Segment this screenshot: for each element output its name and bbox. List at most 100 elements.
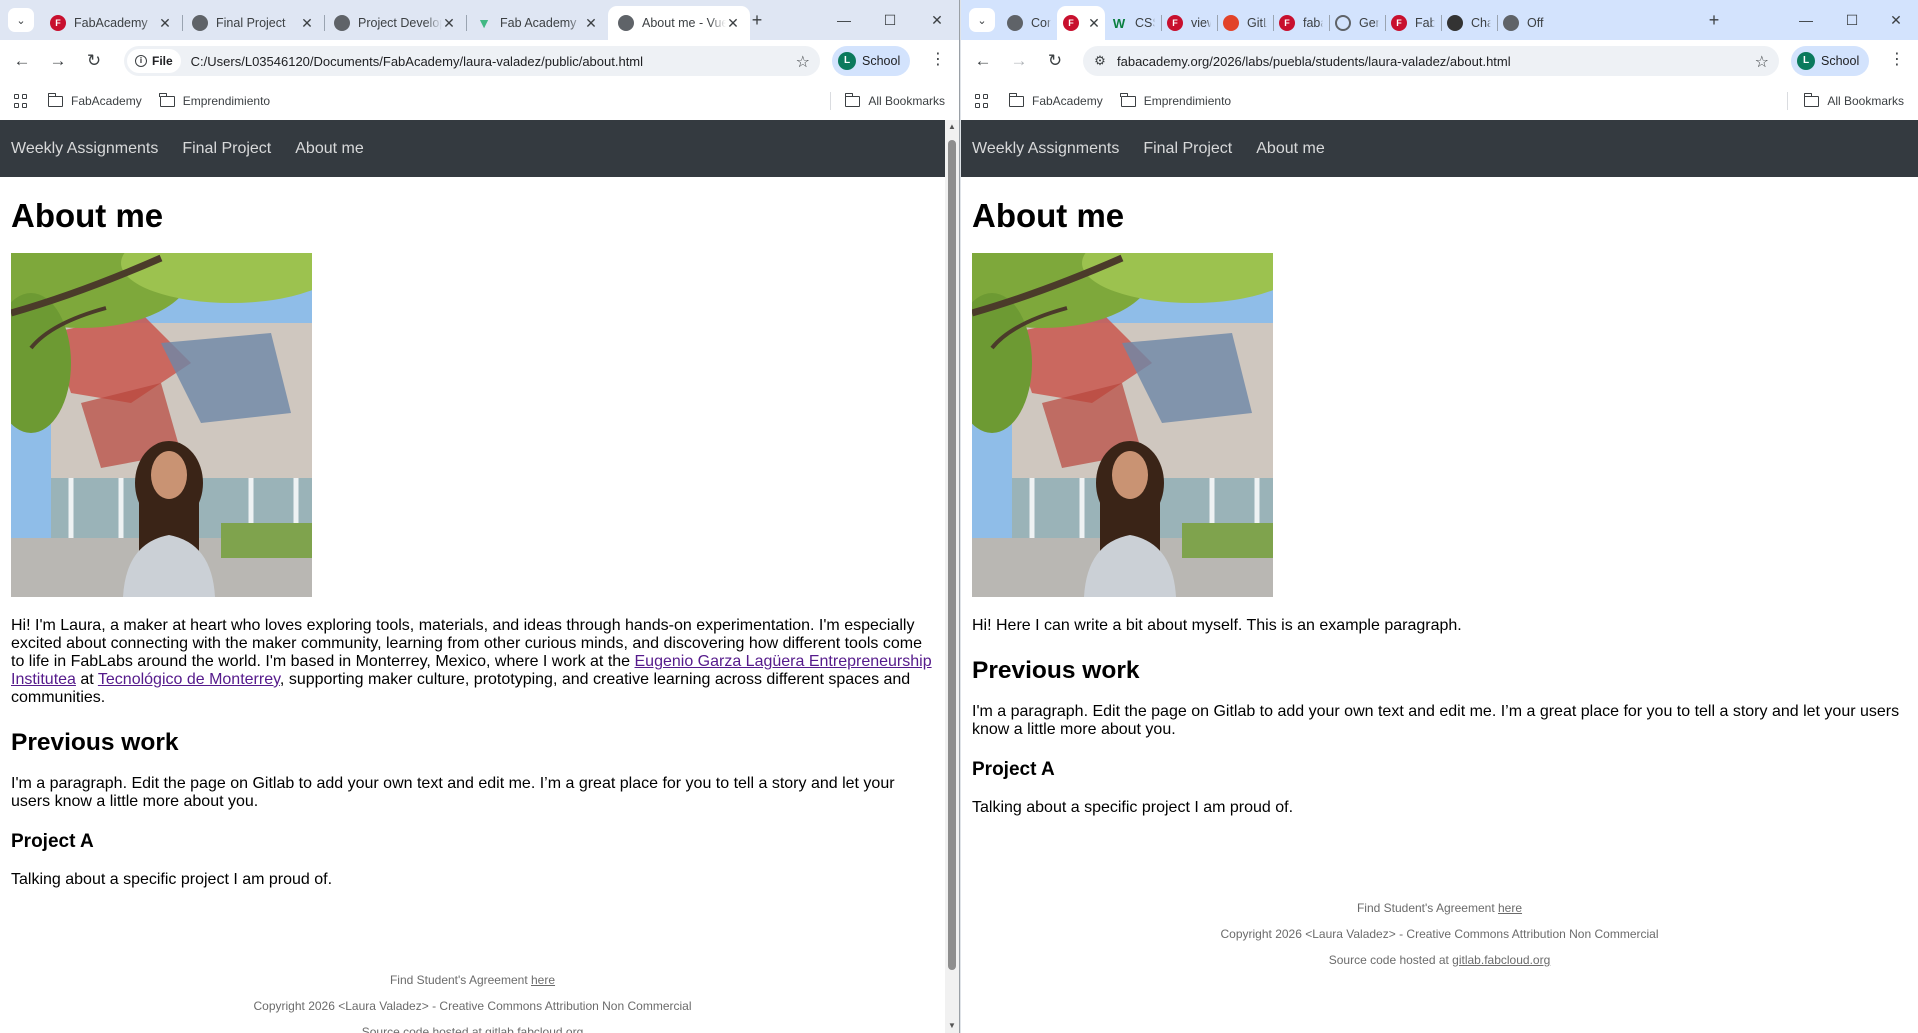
browser-tab[interactable]: Commits: [1001, 6, 1057, 40]
close-tab-icon[interactable]: ✕: [442, 16, 456, 30]
chevron-down-icon: ⌄: [16, 14, 26, 27]
browser-tab[interactable]: About me - Vue ✕: [608, 6, 750, 40]
fabacademy-icon: F: [1167, 15, 1183, 31]
all-bookmarks-button[interactable]: All Bookmarks: [1803, 82, 1904, 120]
bookmark-star-icon[interactable]: ☆: [796, 52, 810, 72]
browser-tab[interactable]: Project Development✕: [324, 6, 466, 40]
agreement-link[interactable]: here: [1498, 901, 1522, 915]
w3schools-icon: W: [1112, 15, 1126, 31]
browser-tab[interactable]: F ✕: [1057, 6, 1105, 40]
nav-about-me[interactable]: About me: [1256, 140, 1324, 158]
browser-tab[interactable]: Chat: [1441, 6, 1497, 40]
back-button[interactable]: ←: [971, 49, 995, 73]
tab-search-button[interactable]: ⌄: [8, 8, 34, 32]
close-tab-icon[interactable]: ✕: [300, 16, 314, 30]
source-link[interactable]: gitlab.fabcloud.org: [485, 1025, 583, 1033]
profile-photo: [972, 253, 1273, 597]
profile-photo: [11, 253, 312, 597]
fabacademy-icon: F: [50, 15, 66, 31]
url-text[interactable]: C:/Users/L03546120/Documents/FabAcademy/…: [191, 54, 643, 69]
all-bookmarks-button[interactable]: All Bookmarks: [844, 82, 945, 120]
maximize-button[interactable]: ☐: [1835, 8, 1869, 32]
menu-kebab-icon[interactable]: ⋮: [1887, 49, 1907, 73]
tab-title: Fab: [1415, 16, 1435, 30]
tab-strip: ⌄ F FabAcademy ✕ Final Project ✕ Project Deve…: [0, 0, 959, 40]
browser-tab[interactable]: Fview: [1161, 6, 1217, 40]
nav-about-me[interactable]: About me: [295, 140, 363, 158]
new-tab-button[interactable]: +: [1703, 10, 1725, 32]
profile-button[interactable]: L School: [1791, 46, 1870, 76]
tab-title: Chat: [1471, 16, 1491, 30]
browser-tab[interactable]: ▼ Fab Academy ✕: [466, 6, 608, 40]
close-tab-icon[interactable]: ✕: [158, 16, 172, 30]
nav-final-project[interactable]: Final Project: [1143, 140, 1232, 158]
nav-final-project[interactable]: Final Project: [182, 140, 271, 158]
info-icon: i: [135, 55, 147, 67]
browser-window-right: ⌄ CommitsF✕WCSSFviewGitLabFfabaGenFFabCh…: [961, 0, 1918, 1033]
close-tab-icon[interactable]: ✕: [1087, 16, 1101, 30]
minimize-button[interactable]: —: [827, 8, 861, 32]
browser-tab[interactable]: F FabAcademy ✕: [40, 6, 182, 40]
site-info-chip[interactable]: i File: [127, 49, 181, 73]
vue-icon: ▼: [477, 15, 491, 31]
close-window-button[interactable]: ✕: [920, 8, 954, 32]
nav-weekly-assignments[interactable]: Weekly Assignments: [11, 140, 158, 158]
maximize-button[interactable]: ☐: [873, 8, 907, 32]
page-content: About me: [961, 197, 1918, 973]
scroll-up-arrow-icon[interactable]: ▲: [945, 120, 959, 134]
menu-kebab-icon[interactable]: ⋮: [928, 49, 948, 73]
scroll-down-arrow-icon[interactable]: ▼: [945, 1019, 959, 1033]
bookmark-star-icon[interactable]: ☆: [1755, 52, 1769, 72]
bookmark-folder-fabacademy[interactable]: FabAcademy: [1008, 92, 1103, 108]
globe-icon: [334, 15, 350, 31]
page-viewport: Weekly Assignments Final Project About m…: [0, 120, 945, 1033]
source-link[interactable]: gitlab.fabcloud.org: [1452, 953, 1550, 967]
address-bar[interactable]: i File C:/Users/L03546120/Documents/FabAc…: [124, 46, 820, 76]
previous-work-heading: Previous work: [11, 729, 179, 756]
back-button[interactable]: ←: [10, 49, 34, 73]
tab-list: CommitsF✕WCSSFviewGitLabFfabaGenFFabChat…: [1001, 6, 1553, 40]
browser-tab[interactable]: W CSS: [1105, 6, 1161, 40]
browser-tab[interactable]: Off: [1497, 6, 1553, 40]
address-bar[interactable]: ⚙ fabacademy.org/2026/labs/puebla/studen…: [1083, 46, 1779, 76]
agreement-link[interactable]: here: [531, 973, 555, 987]
forward-button[interactable]: →: [1007, 49, 1031, 73]
scrollbar-thumb[interactable]: [948, 140, 956, 970]
tab-search-button[interactable]: ⌄: [969, 8, 995, 32]
forward-button[interactable]: →: [46, 49, 70, 73]
browser-tab[interactable]: GitLab: [1217, 6, 1273, 40]
avatar: L: [1797, 52, 1815, 70]
close-window-button[interactable]: ✕: [1879, 8, 1913, 32]
bookmark-folder-emprendimiento[interactable]: Emprendimiento: [159, 92, 270, 108]
bookmark-folder-emprendimiento[interactable]: Emprendimiento: [1120, 92, 1231, 108]
page-title: About me: [11, 197, 164, 234]
fabacademy-icon: F: [1279, 15, 1295, 31]
browser-tab[interactable]: F Fab: [1385, 6, 1441, 40]
tab-title: Final Project: [216, 16, 286, 30]
nav-weekly-assignments[interactable]: Weekly Assignments: [972, 140, 1119, 158]
new-tab-button[interactable]: +: [746, 10, 768, 32]
tab-title: Project Development: [358, 16, 442, 30]
tab-title: Gen: [1359, 16, 1379, 30]
site-settings-icon[interactable]: ⚙: [1089, 53, 1111, 69]
close-tab-icon[interactable]: ✕: [584, 16, 598, 30]
tec-monterrey-link[interactable]: Tecnológico de Monterrey: [98, 671, 280, 688]
close-tab-icon[interactable]: ✕: [726, 16, 740, 30]
browser-toolbar: ← → ↻ i File C:/Users/L03546120/Documents…: [0, 40, 959, 82]
browser-tab[interactable]: Final Project ✕: [182, 6, 324, 40]
page-footer: Find Student's Agreement here Copyright …: [972, 895, 1907, 973]
reload-button[interactable]: ↻: [82, 49, 106, 73]
browser-tab[interactable]: Ffaba: [1273, 6, 1329, 40]
profile-label: School: [1821, 54, 1860, 68]
tab-title: Commits: [1031, 16, 1051, 30]
browser-tab[interactable]: Gen: [1329, 6, 1385, 40]
apps-grid-icon[interactable]: [975, 94, 989, 108]
bookmark-folder-fabacademy[interactable]: FabAcademy: [47, 92, 142, 108]
profile-button[interactable]: L School: [832, 46, 911, 76]
url-text[interactable]: fabacademy.org/2026/labs/puebla/students…: [1117, 54, 1511, 69]
vertical-scrollbar[interactable]: ▲ ▼: [945, 120, 959, 1033]
apps-grid-icon[interactable]: [14, 94, 28, 108]
minimize-button[interactable]: —: [1789, 8, 1823, 32]
reload-button[interactable]: ↻: [1043, 49, 1067, 73]
source-line: Source code hosted at gitlab.fabcloud.or…: [1328, 953, 1551, 967]
